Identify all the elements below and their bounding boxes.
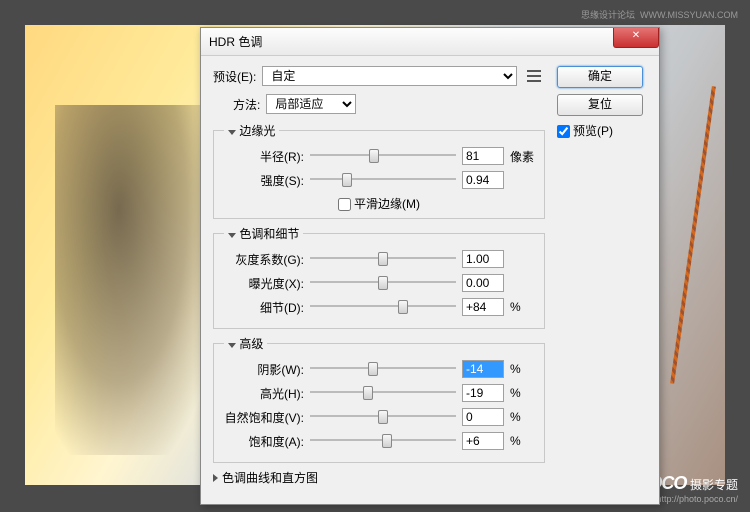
ok-button[interactable]: 确定	[557, 66, 643, 88]
method-select[interactable]: 局部适应	[266, 94, 356, 114]
radius-slider[interactable]	[310, 147, 456, 165]
radius-input[interactable]: 81	[462, 147, 504, 165]
collapse-icon[interactable]	[228, 130, 236, 135]
advanced-group: 高级 阴影(W): -14 % 高光(H): -19 % 自然饱和度(V): 0	[213, 335, 545, 463]
tone-detail-group: 色调和细节 灰度系数(G): 1.00 曝光度(X): 0.00 细节(D): …	[213, 225, 545, 329]
strength-slider[interactable]	[310, 171, 456, 189]
preset-label: 预设(E):	[213, 68, 256, 85]
detail-input[interactable]: +84	[462, 298, 504, 316]
preview-checkbox[interactable]	[557, 125, 570, 138]
exposure-input[interactable]: 0.00	[462, 274, 504, 292]
highlight-slider[interactable]	[310, 384, 456, 402]
edge-glow-group: 边缘光 半径(R): 81 像素 强度(S): 0.94 平滑边缘(M)	[213, 122, 545, 219]
vibrance-input[interactable]: 0	[462, 408, 504, 426]
highlight-input[interactable]: -19	[462, 384, 504, 402]
collapse-icon[interactable]	[228, 233, 236, 238]
detail-slider[interactable]	[310, 298, 456, 316]
strength-input[interactable]: 0.94	[462, 171, 504, 189]
collapse-icon[interactable]	[228, 343, 236, 348]
curve-section-toggle[interactable]: 色调曲线和直方图	[213, 469, 545, 486]
saturation-slider[interactable]	[310, 432, 456, 450]
close-button[interactable]: ✕	[613, 28, 659, 48]
exposure-slider[interactable]	[310, 274, 456, 292]
dialog-titlebar[interactable]: HDR 色调 ✕	[201, 28, 659, 56]
photo-rope	[670, 86, 716, 384]
gamma-slider[interactable]	[310, 250, 456, 268]
preset-menu-icon[interactable]	[527, 70, 541, 82]
preset-select[interactable]: 自定	[262, 66, 517, 86]
method-label: 方法:	[233, 96, 260, 113]
saturation-input[interactable]: +6	[462, 432, 504, 450]
hdr-toning-dialog: HDR 色调 ✕ 预设(E): 自定 方法: 局部适应 边缘光 半径(R): 8…	[200, 27, 660, 505]
dialog-title: HDR 色调	[209, 33, 262, 50]
smooth-edges-checkbox[interactable]	[338, 198, 351, 211]
vibrance-slider[interactable]	[310, 408, 456, 426]
strength-label: 强度(S):	[224, 172, 304, 189]
photo-subject	[55, 105, 215, 455]
reset-button[interactable]: 复位	[557, 94, 643, 116]
radius-label: 半径(R):	[224, 148, 304, 165]
shadow-input[interactable]: -14	[462, 360, 504, 378]
watermark-top: 思缘设计论坛WWW.MISSYUAN.COM	[576, 8, 738, 21]
shadow-slider[interactable]	[310, 360, 456, 378]
expand-icon	[213, 474, 218, 482]
gamma-input[interactable]: 1.00	[462, 250, 504, 268]
